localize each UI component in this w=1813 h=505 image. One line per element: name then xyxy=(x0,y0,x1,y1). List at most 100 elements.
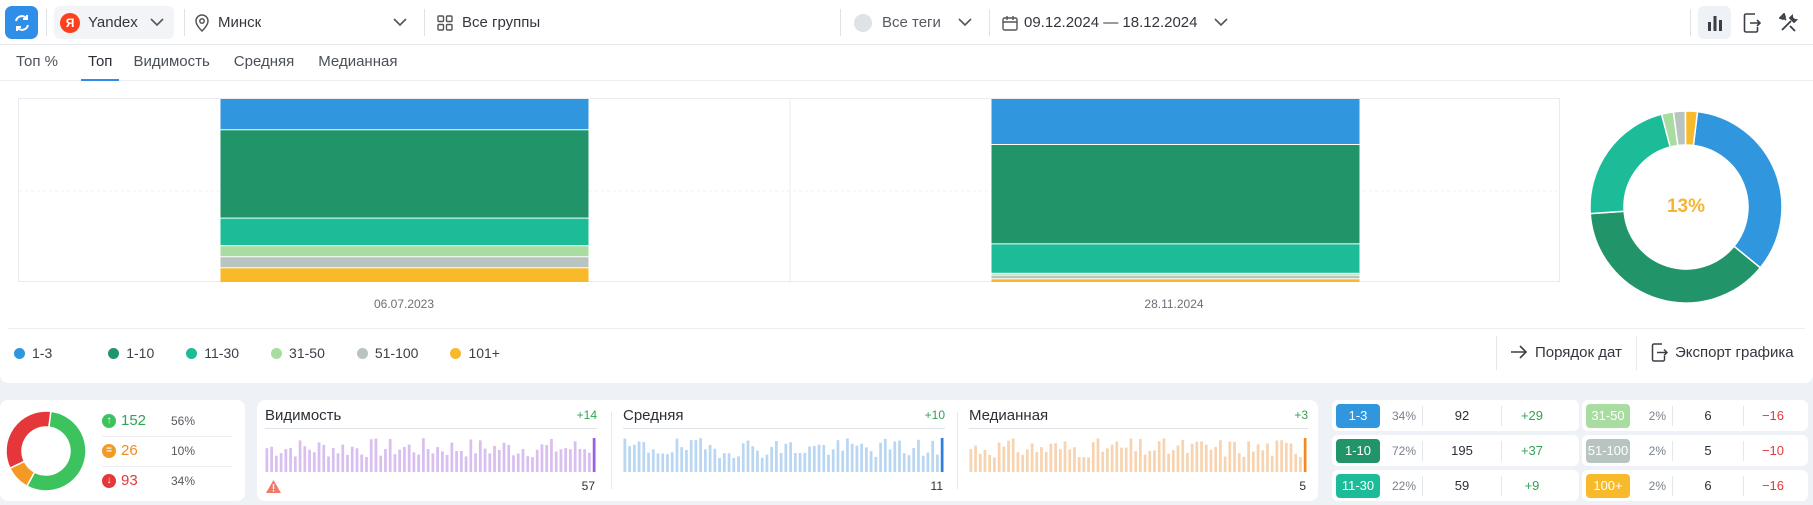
region-label: Минск xyxy=(218,14,262,31)
donut-slice-down[interactable] xyxy=(5,410,52,470)
range-badge: 31-50 xyxy=(1586,403,1630,428)
date-order-button[interactable]: Порядок дат xyxy=(1510,338,1622,366)
tab-median[interactable]: Медианная xyxy=(318,45,397,81)
sparkline-bar xyxy=(1106,448,1109,472)
sparkline-bar xyxy=(812,446,816,472)
date-range-label: 09.12.2024 — 18.12.2024 xyxy=(1024,14,1198,31)
bar-segment-101+[interactable] xyxy=(991,279,1360,282)
legend-item[interactable]: 31-50 xyxy=(271,345,325,361)
chevron-down-icon xyxy=(958,18,972,27)
sparkline-bar xyxy=(1252,451,1255,472)
sparkline-bar xyxy=(284,449,288,472)
sparkline-bar xyxy=(921,455,925,472)
chevron-down-icon xyxy=(150,18,164,27)
sparkline-bar xyxy=(940,438,944,472)
average-metric[interactable]: Средняя +10 11 xyxy=(615,400,955,501)
sparkline-bar xyxy=(1200,441,1203,472)
bar-segment-31-50[interactable] xyxy=(220,246,589,257)
trend-same-pct: 10% xyxy=(171,443,196,458)
date-range-select[interactable]: 09.12.2024 — 18.12.2024 xyxy=(1002,6,1230,39)
tags-toggle[interactable] xyxy=(854,13,872,32)
metric-delta: +10 xyxy=(924,408,945,422)
sparkline-bar xyxy=(803,452,807,472)
chart-view-button[interactable] xyxy=(1698,6,1731,39)
sparkline-bar xyxy=(355,448,359,472)
metrics-card: Видимость +14 57 Средняя +10 11 Медианна… xyxy=(257,400,1318,501)
sparkline-bar xyxy=(1233,441,1236,472)
tab-top[interactable]: Топ xyxy=(80,45,120,81)
legend-item[interactable]: 1-10 xyxy=(108,345,154,361)
sparkline-bar xyxy=(978,453,982,472)
sparkline-bar xyxy=(746,440,750,472)
tab-top-percent[interactable]: Топ % xyxy=(16,45,58,81)
bar-segment-31-50[interactable] xyxy=(991,273,1360,275)
search-engine-label: Yandex xyxy=(88,14,138,31)
sparkline-bar xyxy=(808,446,811,472)
legend-item[interactable]: 11-30 xyxy=(186,345,239,361)
bar-segment-11-30[interactable] xyxy=(991,244,1360,273)
export-button[interactable] xyxy=(1735,6,1768,39)
sparkline-bar xyxy=(365,456,368,472)
bar-segment-1-10[interactable] xyxy=(220,130,589,218)
sparkline-bar xyxy=(312,452,316,472)
sparkline-bar xyxy=(741,443,745,472)
bar-segment-11-30[interactable] xyxy=(220,218,589,246)
visibility-sparkline xyxy=(265,438,596,472)
legend-swatch xyxy=(14,347,25,359)
sparkline-bar xyxy=(455,450,458,472)
sparkline-bar xyxy=(628,446,631,472)
range-delta: +37 xyxy=(1520,443,1544,458)
sparkline-bar xyxy=(1294,453,1298,472)
groups-select[interactable]: Все группы xyxy=(437,6,540,39)
legend-item[interactable]: 101+ xyxy=(450,345,500,361)
metric-delta: +14 xyxy=(576,408,597,422)
refresh-icon xyxy=(14,14,29,31)
legend-item[interactable]: 51-100 xyxy=(356,345,418,361)
search-engine-select[interactable]: Я Yandex xyxy=(54,6,174,39)
average-sparkline xyxy=(623,438,944,472)
tags-select[interactable]: Все теги xyxy=(854,6,974,39)
settings-button[interactable] xyxy=(1772,6,1805,39)
sparkline-bar xyxy=(883,438,887,472)
range-row: 51-100 2% 5 −10 xyxy=(1582,435,1808,466)
sparkline-bar xyxy=(1190,443,1194,472)
trend-up-row: ↑ 152 56% xyxy=(102,412,195,429)
bar-segment-51-100[interactable] xyxy=(991,275,1360,279)
visibility-metric[interactable]: Видимость +14 57 xyxy=(257,400,607,501)
sparkline-bar xyxy=(474,453,477,472)
sparkline-bar xyxy=(642,442,646,472)
refresh-button[interactable] xyxy=(5,6,38,39)
sparkline-bar xyxy=(647,452,650,472)
region-select[interactable]: Минск xyxy=(195,6,410,39)
sparkline-bar xyxy=(331,448,335,472)
range-row: 11-30 22% 59 +9 xyxy=(1332,470,1579,501)
tab-average[interactable]: Средняя xyxy=(234,45,294,81)
legend-item[interactable]: 1-3 xyxy=(14,345,52,361)
export-chart-button[interactable]: Экспорт графика xyxy=(1651,338,1794,366)
sparkline-bar xyxy=(1049,443,1053,472)
median-metric[interactable]: Медианная +3 5 xyxy=(961,400,1318,501)
range-row: 1-10 72% 195 +37 xyxy=(1332,435,1579,466)
sparkline-bar xyxy=(765,454,769,472)
bar-segment-1-3[interactable] xyxy=(991,99,1360,144)
groups-label: Все группы xyxy=(462,14,541,31)
sparkline-bar xyxy=(1129,438,1133,472)
sparkline-bar xyxy=(917,439,920,472)
sparkline-bar xyxy=(1011,438,1015,472)
bar-segment-1-3[interactable] xyxy=(220,99,589,130)
legend-swatch xyxy=(186,347,198,359)
sparkline-bar xyxy=(983,449,987,472)
metric-tabs: Топ % Топ Видимость Средняя Медианная xyxy=(0,45,1813,81)
bar-segment-101+[interactable] xyxy=(220,268,589,282)
sparkline-bar xyxy=(322,444,326,472)
sparkline-bar xyxy=(336,453,340,472)
tab-visibility[interactable]: Видимость xyxy=(133,45,209,81)
sparkline-bar xyxy=(1021,454,1024,472)
sparkline-bar xyxy=(907,455,911,472)
sparkline-bar xyxy=(478,440,482,472)
arrow-right-icon xyxy=(1511,345,1528,359)
bar-segment-1-10[interactable] xyxy=(991,145,1360,244)
sparkline-bar xyxy=(497,449,501,472)
bar-segment-51-100[interactable] xyxy=(220,257,589,268)
range-count: 5 xyxy=(1704,443,1712,458)
